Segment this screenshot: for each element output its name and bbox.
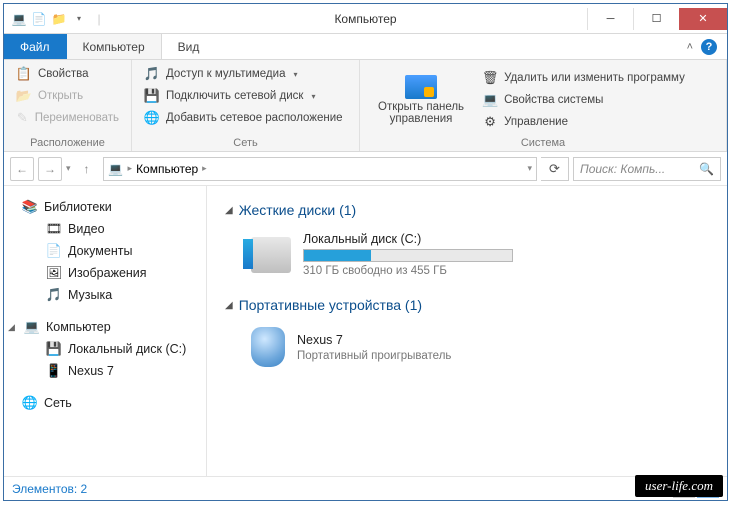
navigation-pane: 📚Библиотеки 🎞Видео 📄Документы 🖼Изображен… — [4, 186, 207, 476]
control-panel-icon — [405, 75, 437, 99]
folder-icon[interactable]: 📁 — [50, 10, 68, 28]
statusbar: Элементов: 2 ☰ ▦ — [4, 476, 727, 500]
sidebar-item-nexus[interactable]: 📱Nexus 7 — [4, 360, 206, 382]
device-icon: 📱 — [46, 363, 62, 379]
open-button: 📂Открыть — [12, 86, 123, 106]
minimize-button[interactable]: ─ — [587, 8, 633, 30]
explorer-window: 💻 📄 📁 ▾ | Компьютер ─ ☐ ✕ Файл Компьютер… — [3, 3, 728, 501]
manage-icon: ⚙ — [482, 114, 498, 130]
ribbon: 📋Свойства 📂Открыть ✎Переименовать Распол… — [4, 60, 727, 152]
uninstall-button[interactable]: 🗑Удалить или изменить программу — [478, 68, 689, 88]
open-icon: 📂 — [16, 88, 32, 104]
collapse-ribbon-icon[interactable]: ˄ — [687, 41, 693, 53]
device-name: Nexus 7 — [297, 333, 703, 347]
ribbon-tabs: Файл Компьютер Вид ˄ ? — [4, 34, 727, 60]
device-type: Портативный проигрыватель — [297, 350, 703, 362]
group-header-hdd[interactable]: ◢Жесткие диски (1) — [225, 202, 709, 218]
portable-device-icon — [251, 327, 285, 367]
group-header-portable[interactable]: ◢Портативные устройства (1) — [225, 297, 709, 313]
network-icon: 🌐 — [22, 395, 38, 411]
media-access-button[interactable]: 🎵Доступ к мультимедиа▾ — [140, 64, 351, 84]
video-icon: 🎞 — [46, 221, 62, 237]
qat: 💻 📄 📁 ▾ | — [4, 10, 108, 28]
group-system-label: Система — [368, 135, 718, 149]
item-count: Элементов: 2 — [12, 482, 87, 496]
search-input[interactable]: Поиск: Компь... 🔍 — [573, 157, 721, 181]
tab-view[interactable]: Вид — [162, 34, 217, 59]
expander-icon[interactable]: ◢ — [8, 322, 18, 333]
properties-icon[interactable]: 📄 — [30, 10, 48, 28]
up-button[interactable]: ↑ — [75, 157, 99, 181]
hard-drive-icon — [251, 237, 291, 273]
uninstall-icon: 🗑 — [482, 70, 498, 86]
tab-file[interactable]: Файл — [4, 34, 67, 59]
sidebar-item-network[interactable]: 🌐Сеть — [4, 392, 206, 414]
disk-usage-bar — [303, 249, 513, 262]
collapse-icon: ◢ — [225, 300, 233, 311]
computer-icon: 💻 — [108, 161, 124, 177]
sidebar-item-local-disk[interactable]: 💾Локальный диск (C:) — [4, 338, 206, 360]
properties-icon: 📋 — [16, 66, 32, 82]
drive-name: Локальный диск (C:) — [303, 232, 703, 246]
maximize-button[interactable]: ☐ — [633, 8, 679, 30]
libraries-icon: 📚 — [22, 199, 38, 215]
music-icon: 🎵 — [46, 287, 62, 303]
map-drive-button[interactable]: 💾Подключить сетевой диск▾ — [140, 86, 351, 106]
add-location-icon: 🌐 — [144, 110, 160, 126]
computer-icon: 💻 — [10, 10, 28, 28]
add-location-button[interactable]: 🌐Добавить сетевое расположение — [140, 108, 351, 128]
back-button[interactable]: ← — [10, 157, 34, 181]
sidebar-item-video[interactable]: 🎞Видео — [4, 218, 206, 240]
rename-button: ✎Переименовать — [12, 108, 123, 128]
forward-button[interactable]: → — [38, 157, 62, 181]
content-pane: ◢Жесткие диски (1) Локальный диск (C:) 3… — [207, 186, 727, 476]
media-icon: 🎵 — [144, 66, 160, 82]
drive-icon: 💾 — [46, 341, 62, 357]
properties-button[interactable]: 📋Свойства — [12, 64, 123, 84]
group-location-label: Расположение — [12, 135, 123, 149]
rename-icon: ✎ — [16, 110, 29, 126]
sidebar-item-libraries[interactable]: 📚Библиотеки — [4, 196, 206, 218]
chevron-down-icon: ▾ — [293, 70, 297, 79]
refresh-button[interactable]: ⟳ — [541, 157, 569, 181]
history-dropdown-icon[interactable]: ▾ — [66, 163, 71, 174]
system-properties-button[interactable]: 💻Свойства системы — [478, 90, 689, 110]
titlebar: 💻 📄 📁 ▾ | Компьютер ─ ☐ ✕ — [4, 4, 727, 34]
manage-button[interactable]: ⚙Управление — [478, 112, 689, 132]
control-panel-button[interactable]: Открыть панельуправления — [368, 64, 474, 135]
breadcrumb-item[interactable]: Компьютер — [136, 162, 198, 176]
qat-dropdown-icon[interactable]: ▾ — [70, 10, 88, 28]
breadcrumb[interactable]: 💻 ▸ Компьютер ▸ ▾ — [103, 157, 537, 181]
sidebar-item-pictures[interactable]: 🖼Изображения — [4, 262, 206, 284]
sidebar-item-computer[interactable]: ◢💻Компьютер — [4, 316, 206, 338]
documents-icon: 📄 — [46, 243, 62, 259]
navbar: ← → ▾ ↑ 💻 ▸ Компьютер ▸ ▾ ⟳ Поиск: Компь… — [4, 152, 727, 186]
group-network-label: Сеть — [140, 135, 351, 149]
computer-icon: 💻 — [24, 319, 40, 335]
sidebar-item-music[interactable]: 🎵Музыка — [4, 284, 206, 306]
pictures-icon: 🖼 — [46, 265, 62, 281]
close-button[interactable]: ✕ — [679, 8, 727, 30]
sidebar-item-documents[interactable]: 📄Документы — [4, 240, 206, 262]
drive-free-space: 310 ГБ свободно из 455 ГБ — [303, 265, 703, 277]
collapse-icon: ◢ — [225, 205, 233, 216]
system-icon: 💻 — [482, 92, 498, 108]
window-title: Компьютер — [334, 12, 396, 26]
help-icon[interactable]: ? — [701, 39, 717, 55]
chevron-down-icon: ▾ — [311, 92, 315, 101]
drive-local-disk[interactable]: Локальный диск (C:) 310 ГБ свободно из 4… — [225, 228, 709, 291]
network-drive-icon: 💾 — [144, 88, 160, 104]
tab-computer[interactable]: Компьютер — [67, 34, 162, 59]
device-nexus7[interactable]: Nexus 7 Портативный проигрыватель — [225, 323, 709, 381]
watermark: user-life.com — [635, 475, 723, 497]
search-icon: 🔍 — [699, 162, 714, 176]
chevron-down-icon[interactable]: ▾ — [527, 163, 532, 174]
